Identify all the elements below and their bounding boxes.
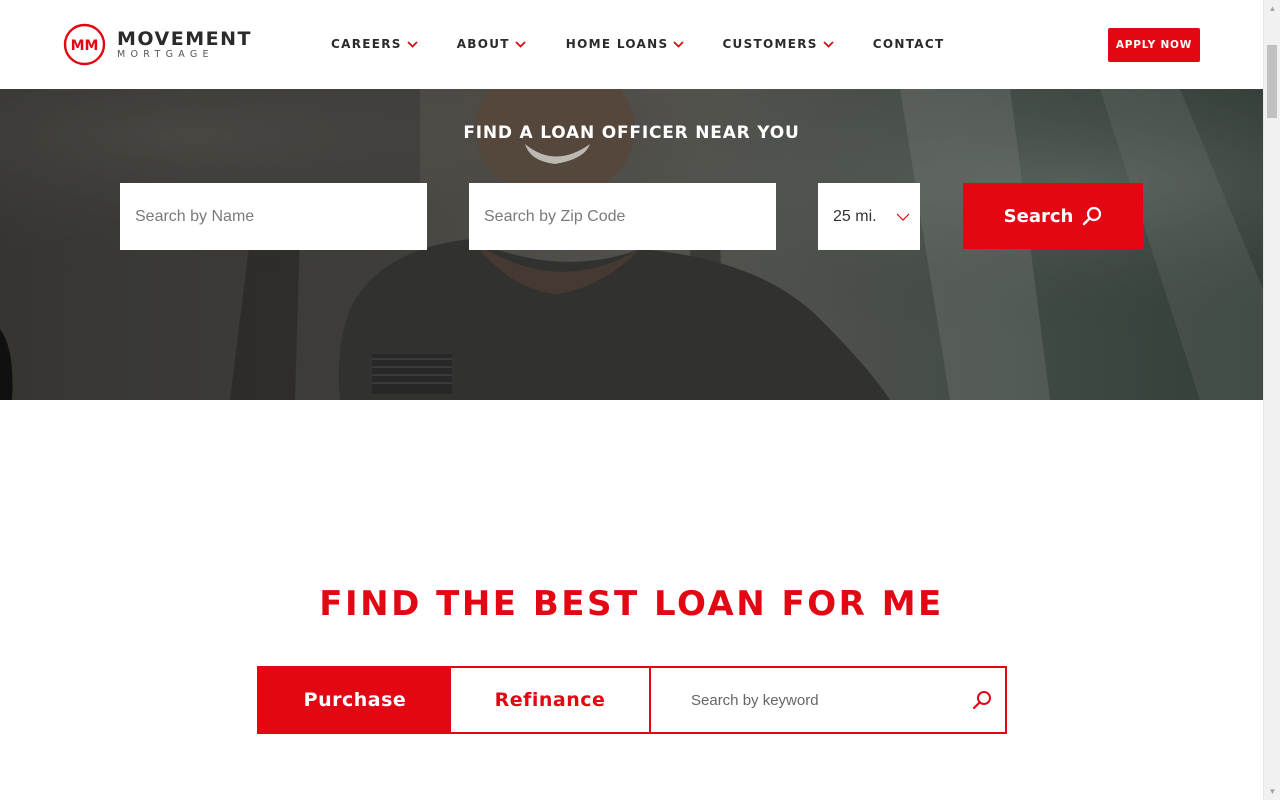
search-by-name-input[interactable] bbox=[120, 183, 427, 250]
tab-refinance[interactable]: Refinance bbox=[451, 668, 651, 732]
nav-item-label: CONTACT bbox=[872, 37, 945, 51]
logo-subtitle: MORTGAGE bbox=[117, 49, 214, 60]
scrollbar-thumb[interactable] bbox=[1267, 45, 1277, 118]
chevron-down-icon bbox=[673, 40, 685, 48]
radius-value: 25 mi. bbox=[833, 207, 877, 225]
mm-logo-icon: MM bbox=[63, 23, 106, 66]
search-icon bbox=[1083, 206, 1102, 226]
logo-name: MOVEMENT bbox=[117, 28, 252, 50]
scroll-up-arrow-icon[interactable]: ▲ bbox=[1264, 0, 1280, 17]
search-by-zip-input[interactable] bbox=[469, 183, 776, 250]
search-button[interactable]: Search bbox=[963, 183, 1143, 249]
site-header: MM MOVEMENT MORTGAGE CAREERS ABOUT HOME … bbox=[0, 0, 1263, 89]
hero-title: FIND A LOAN OFFICER NEAR YOU bbox=[463, 123, 800, 143]
chevron-down-icon bbox=[896, 213, 910, 221]
loan-finder-bar: Purchase Refinance bbox=[257, 666, 1007, 734]
nav-item-about[interactable]: ABOUT bbox=[457, 37, 526, 51]
page-scrollbar[interactable]: ▲ ▼ bbox=[1263, 0, 1280, 800]
search-icon[interactable] bbox=[972, 690, 992, 710]
logo-wordmark: MOVEMENT MORTGAGE bbox=[117, 29, 252, 60]
svg-text:MM: MM bbox=[71, 38, 99, 54]
nav-item-label: HOME LOANS bbox=[565, 37, 669, 51]
nav-item-label: ABOUT bbox=[456, 37, 510, 51]
chevron-down-icon bbox=[515, 40, 526, 48]
chevron-down-icon bbox=[407, 40, 418, 48]
main-nav: CAREERS ABOUT HOME LOANS CUSTOMERS CONTA… bbox=[331, 37, 944, 51]
loan-finder-title: FIND THE BEST LOAN FOR ME bbox=[319, 584, 944, 624]
search-button-label: Search bbox=[1003, 205, 1074, 227]
tab-purchase[interactable]: Purchase bbox=[259, 668, 451, 732]
movement-mortgage-logo[interactable]: MM MOVEMENT MORTGAGE bbox=[63, 23, 252, 66]
scroll-down-arrow-icon[interactable]: ▼ bbox=[1264, 783, 1280, 800]
nav-item-contact[interactable]: CONTACT bbox=[873, 37, 945, 51]
keyword-search bbox=[651, 668, 1005, 732]
nav-item-label: CAREERS bbox=[331, 37, 402, 51]
apply-now-button[interactable]: APPLY NOW bbox=[1108, 28, 1200, 62]
nav-item-home-loans[interactable]: HOME LOANS bbox=[566, 37, 685, 51]
nav-item-label: CUSTOMERS bbox=[722, 37, 818, 51]
nav-item-customers[interactable]: CUSTOMERS bbox=[722, 37, 834, 51]
nav-item-careers[interactable]: CAREERS bbox=[331, 37, 418, 51]
chevron-down-icon bbox=[823, 40, 834, 48]
radius-select[interactable]: 25 mi. bbox=[818, 183, 920, 250]
keyword-search-input[interactable] bbox=[651, 668, 1005, 732]
loan-officer-search-hero: FIND A LOAN OFFICER NEAR YOU 25 mi. Sear… bbox=[0, 89, 1263, 400]
